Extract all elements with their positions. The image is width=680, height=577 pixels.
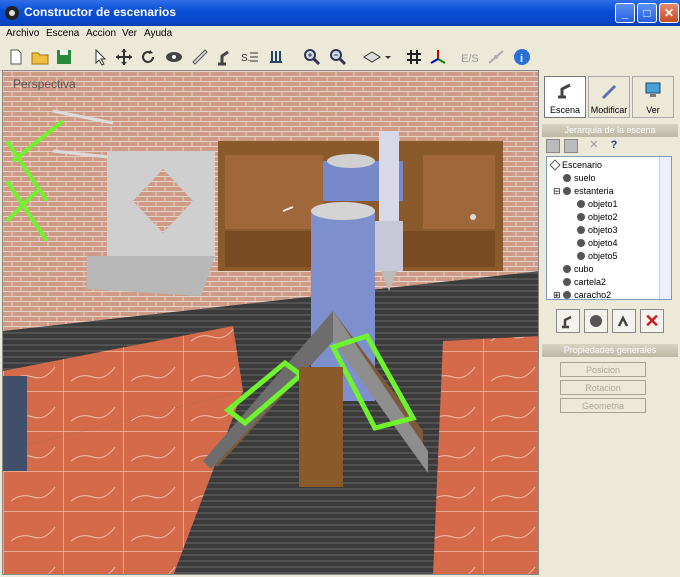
- scene-render: [3, 71, 538, 574]
- robot-arm-icon[interactable]: [214, 47, 234, 67]
- axes-icon[interactable]: [428, 47, 448, 67]
- window-title: Constructor de escenarios: [24, 5, 177, 19]
- es-icon[interactable]: E/S: [460, 47, 480, 67]
- tree-item-objeto1[interactable]: objeto1: [577, 198, 618, 210]
- trajectory-icon[interactable]: [486, 47, 506, 67]
- scene-root-icon: [549, 159, 561, 171]
- object-icon: [563, 278, 571, 286]
- svg-text:S.: S.: [241, 53, 250, 64]
- tab-modificar[interactable]: Modificar: [588, 76, 630, 118]
- viewport-label: Perspectiva: [13, 77, 76, 91]
- move-icon[interactable]: [114, 47, 134, 67]
- info-icon[interactable]: i: [512, 47, 532, 67]
- object-icon: [577, 226, 585, 234]
- object-icon: [577, 213, 585, 221]
- link-icon: [617, 315, 629, 327]
- tab-ver[interactable]: Ver: [632, 76, 674, 118]
- tree-item-cartela2[interactable]: cartela2: [563, 276, 606, 288]
- object-icon: [590, 315, 602, 327]
- eye-icon[interactable]: [164, 47, 184, 67]
- object-icon: [577, 239, 585, 247]
- new-file-icon[interactable]: [6, 47, 26, 67]
- object-icon: [563, 291, 572, 299]
- tab-ver-label: Ver: [646, 105, 660, 115]
- tree-toolbar: ✕ ?: [544, 138, 674, 154]
- geometry-button[interactable]: Geometria: [560, 398, 646, 413]
- position-button[interactable]: Posicion: [560, 362, 646, 377]
- tab-escena[interactable]: Escena: [544, 76, 586, 118]
- properties-header: Propiedades generales: [542, 344, 678, 357]
- scene-tab-icon: [558, 83, 571, 99]
- minimize-button[interactable]: _: [615, 3, 635, 23]
- svg-text:i: i: [520, 53, 523, 65]
- rotate-icon[interactable]: [138, 47, 158, 67]
- tree-item-suelo[interactable]: suelo: [563, 172, 596, 184]
- menu-accion[interactable]: Accion: [86, 28, 116, 39]
- menu-bar: Archivo Escena Accion Ver Ayuda: [0, 26, 680, 43]
- app-icon: [5, 6, 19, 20]
- remove-object-button[interactable]: ✕: [640, 309, 664, 333]
- maximize-button[interactable]: □: [637, 3, 657, 23]
- tree-item-caracho2[interactable]: ⊞ caracho2: [553, 289, 611, 299]
- title-bar: Constructor de escenarios _ □ ✕: [0, 0, 680, 26]
- object-icon: [563, 187, 572, 195]
- tree-item-objeto2[interactable]: objeto2: [577, 211, 618, 223]
- side-panel: Escena Modificar Ver Jerarquia de la esc…: [540, 70, 680, 575]
- tree-item-escenario[interactable]: Escenario: [549, 159, 602, 171]
- svg-text:E/S: E/S: [461, 53, 479, 65]
- tree-item-objeto5[interactable]: objeto5: [577, 250, 618, 262]
- tree-scrollbar[interactable]: [659, 157, 671, 299]
- menu-ayuda[interactable]: Ayuda: [144, 28, 172, 39]
- compare-icon[interactable]: S.: [240, 47, 260, 67]
- tree-item-objeto3[interactable]: objeto3: [577, 224, 618, 236]
- collapse-icon[interactable]: ⊟: [553, 186, 561, 196]
- add-object-button[interactable]: [584, 309, 608, 333]
- view-dropdown-icon[interactable]: [360, 47, 392, 67]
- grid-icon[interactable]: [404, 47, 424, 67]
- push-icon[interactable]: [266, 47, 286, 67]
- measure-icon[interactable]: [190, 47, 210, 67]
- tab-modificar-label: Modificar: [590, 105, 628, 115]
- add-link-button[interactable]: [612, 309, 636, 333]
- object-icon: [563, 174, 571, 182]
- modify-tab-icon: [602, 85, 616, 99]
- expand-icon[interactable]: ⊞: [553, 290, 561, 299]
- zoom-out-icon[interactable]: [328, 47, 348, 67]
- object-icon: [563, 265, 571, 273]
- save-icon[interactable]: [54, 47, 74, 67]
- scene-tree[interactable]: Escenario suelo ⊟ estanteria objeto1 obj…: [546, 156, 672, 300]
- zoom-in-icon[interactable]: [302, 47, 322, 67]
- robot-icon: [562, 315, 572, 329]
- 3d-viewport[interactable]: Perspectiva: [2, 70, 539, 575]
- tree-help-icon[interactable]: ?: [608, 139, 620, 151]
- select-arrow-icon[interactable]: [90, 47, 110, 67]
- close-button[interactable]: ✕: [659, 3, 679, 23]
- menu-escena[interactable]: Escena: [46, 28, 79, 39]
- object-icon: [577, 252, 585, 260]
- tree-item-objeto4[interactable]: objeto4: [577, 237, 618, 249]
- toolbar: S. E/S i: [0, 43, 680, 71]
- tree-collapse-icon[interactable]: [546, 139, 560, 153]
- tab-escena-label: Escena: [549, 105, 581, 115]
- add-robot-button[interactable]: [556, 309, 580, 333]
- tree-item-estanteria[interactable]: ⊟ estanteria: [553, 185, 614, 197]
- rotation-button[interactable]: Rotacion: [560, 380, 646, 395]
- menu-archivo[interactable]: Archivo: [6, 28, 39, 39]
- menu-ver[interactable]: Ver: [122, 28, 137, 39]
- view-tab-icon: [645, 82, 661, 97]
- tree-expand-icon[interactable]: [564, 139, 578, 153]
- object-icon: [577, 200, 585, 208]
- open-folder-icon[interactable]: [30, 47, 50, 67]
- tree-delete-icon[interactable]: ✕: [588, 139, 600, 151]
- tree-item-cubo[interactable]: cubo: [563, 263, 594, 275]
- hierarchy-header: Jerarquia de la escena: [542, 124, 678, 137]
